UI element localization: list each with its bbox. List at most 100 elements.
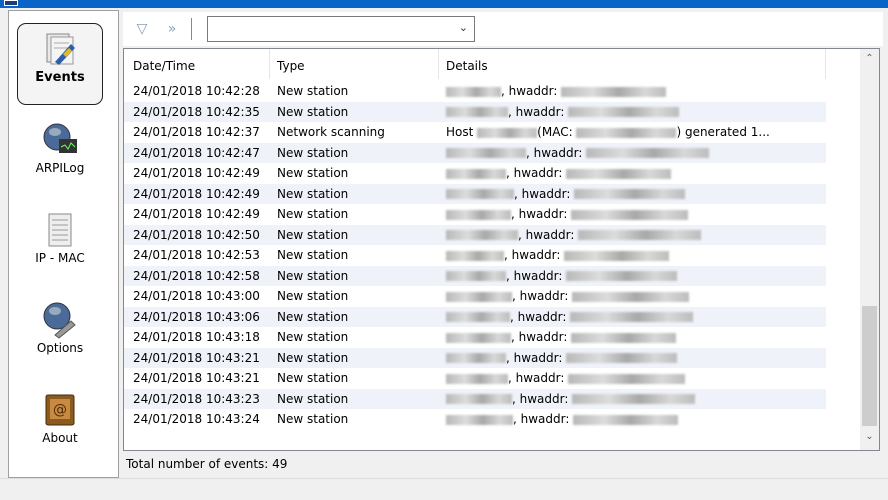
sidebar-item-about[interactable]: @ About xyxy=(17,385,103,467)
redacted-mac xyxy=(572,394,696,404)
cell-datetime: 24/01/2018 10:42:35 xyxy=(133,104,260,119)
events-table: Date/Time Type Details 24/01/2018 10:42:… xyxy=(123,48,880,451)
redacted-mac xyxy=(578,230,702,240)
status-text: Total number of events: 49 xyxy=(126,457,288,471)
cell-details: , hwaddr: xyxy=(439,143,826,164)
cell-datetime: 24/01/2018 10:42:58 xyxy=(133,268,260,283)
cell-datetime: 24/01/2018 10:43:21 xyxy=(133,350,260,365)
cell-type: New station xyxy=(277,207,349,221)
cell-type: New station xyxy=(277,391,349,406)
book-icon: @ xyxy=(45,394,75,426)
filter-combo[interactable]: ⌄ xyxy=(207,16,475,42)
table-row[interactable]: 24/01/2018 10:43:23 New station , hwaddr: xyxy=(124,388,826,410)
cell-details: , hwaddr: xyxy=(439,163,826,184)
cell-details: , hwaddr: xyxy=(439,225,826,246)
details-text: ) generated 1... xyxy=(676,125,770,139)
table-row[interactable]: 24/01/2018 10:42:58 New station , hwaddr: xyxy=(124,265,826,286)
redacted-ip xyxy=(446,312,510,322)
cell-type: New station xyxy=(277,104,349,119)
cell-type: New station xyxy=(277,186,349,201)
table-row[interactable]: 24/01/2018 10:42:47 New station , hwaddr: xyxy=(124,142,826,164)
details-text: , hwaddr: xyxy=(526,145,583,160)
redacted-mac xyxy=(570,312,694,322)
redacted-ip xyxy=(446,414,513,425)
redacted-mac xyxy=(571,332,677,343)
redacted-ip xyxy=(446,373,508,384)
details-text: , hwaddr: xyxy=(511,330,568,344)
cell-type: Network scanning xyxy=(277,125,385,139)
sidebar-item-events[interactable]: Events xyxy=(17,23,103,105)
redacted-ip xyxy=(446,271,506,281)
redacted-ip xyxy=(446,168,506,179)
column-header-details[interactable]: Details xyxy=(439,49,826,79)
chevron-double-right-icon[interactable]: » xyxy=(163,20,181,38)
details-text: , hwaddr: xyxy=(508,104,565,119)
table-row[interactable]: 24/01/2018 10:42:35 New station , hwaddr: xyxy=(124,101,826,123)
chevron-down-icon[interactable]: ⌄ xyxy=(459,21,468,34)
table-row[interactable]: 24/01/2018 10:42:53 New station , hwaddr: xyxy=(124,245,826,266)
cell-details: , hwaddr: xyxy=(439,204,826,225)
document-icon xyxy=(48,213,72,247)
redacted-mac xyxy=(568,107,680,117)
table-row[interactable]: 24/01/2018 10:42:50 New station , hwaddr: xyxy=(124,224,826,246)
redacted-mac xyxy=(566,353,678,363)
scroll-up-icon[interactable]: ⌃ xyxy=(860,53,879,70)
toolbar-separator xyxy=(191,18,192,40)
cell-details: , hwaddr: xyxy=(439,409,826,430)
details-text: , hwaddr: xyxy=(511,207,568,221)
title-bar xyxy=(0,0,888,8)
redacted-ip xyxy=(446,230,518,240)
table-row[interactable]: 24/01/2018 10:42:28 New station , hwaddr: xyxy=(124,81,826,102)
sidebar-item-ip-mac[interactable]: IP - MAC xyxy=(17,205,103,287)
table-row[interactable]: 24/01/2018 10:42:49 New station , hwaddr: xyxy=(124,163,826,184)
cell-datetime: 24/01/2018 10:42:50 xyxy=(133,227,260,242)
cell-type: New station xyxy=(277,350,349,365)
toolbar: ▽ » ⌄ xyxy=(123,12,883,46)
sidebar-item-label: ARPILog xyxy=(35,161,85,175)
column-header-datetime[interactable]: Date/Time xyxy=(124,49,270,79)
column-header-type[interactable]: Type xyxy=(270,49,439,79)
details-text: , hwaddr: xyxy=(510,309,567,324)
table-row[interactable]: 24/01/2018 10:43:18 New station , hwaddr: xyxy=(124,327,826,348)
cell-details: , hwaddr: xyxy=(439,245,826,266)
sidebar-item-label: IP - MAC xyxy=(35,251,85,265)
app-icon xyxy=(4,0,18,6)
table-row[interactable]: 24/01/2018 10:43:21 New station , hwaddr: xyxy=(124,347,826,368)
cell-details: , hwaddr: xyxy=(439,102,826,123)
scroll-down-icon[interactable]: ⌄ xyxy=(860,431,879,448)
table-row[interactable]: 24/01/2018 10:43:06 New station , hwaddr: xyxy=(124,306,826,327)
cell-datetime: 24/01/2018 10:42:28 xyxy=(133,84,260,98)
table-row[interactable]: 24/01/2018 10:43:00 New station , hwaddr: xyxy=(124,286,826,307)
details-text: , hwaddr: xyxy=(518,227,575,242)
table-row[interactable]: 24/01/2018 10:42:37 Network scanning Host … xyxy=(124,122,826,143)
redacted-mac xyxy=(568,373,686,384)
redacted-mac xyxy=(586,148,710,158)
cell-details: , hwaddr: xyxy=(439,327,826,348)
redacted-ip xyxy=(446,209,511,220)
sidebar-item-options[interactable]: Options xyxy=(17,295,103,377)
cell-details: , hwaddr: xyxy=(439,389,826,410)
vertical-scrollbar[interactable]: ⌃ ⌄ xyxy=(860,49,879,450)
cell-type: New station xyxy=(277,166,349,180)
cell-details: , hwaddr: xyxy=(439,368,826,389)
details-text: , hwaddr: xyxy=(514,186,571,201)
cell-details: , hwaddr: xyxy=(439,184,826,205)
cell-datetime: 24/01/2018 10:43:23 xyxy=(133,391,260,406)
cell-details: Host (MAC: ) generated 1... xyxy=(439,122,826,143)
cell-datetime: 24/01/2018 10:42:49 xyxy=(133,186,260,201)
globe-monitor-icon xyxy=(43,123,77,153)
cell-type: New station xyxy=(277,371,349,385)
redacted-ip xyxy=(446,394,512,404)
table-row[interactable]: 24/01/2018 10:43:21 New station , hwaddr: xyxy=(124,368,826,389)
cell-type: New station xyxy=(277,227,349,242)
cell-type: New station xyxy=(277,248,349,262)
cell-datetime: 24/01/2018 10:42:49 xyxy=(133,207,260,221)
scrollbar-thumb[interactable] xyxy=(862,306,877,426)
sidebar-item-arpilog[interactable]: ARPILog xyxy=(17,115,103,197)
filter-icon[interactable]: ▽ xyxy=(133,20,151,38)
table-row[interactable]: 24/01/2018 10:42:49 New station , hwaddr: xyxy=(124,204,826,225)
table-row[interactable]: 24/01/2018 10:43:24 New station , hwaddr: xyxy=(124,409,826,430)
details-text: , hwaddr: xyxy=(504,248,561,262)
table-row[interactable]: 24/01/2018 10:42:49 New station , hwaddr: xyxy=(124,183,826,205)
sidebar-item-label: About xyxy=(42,431,78,445)
